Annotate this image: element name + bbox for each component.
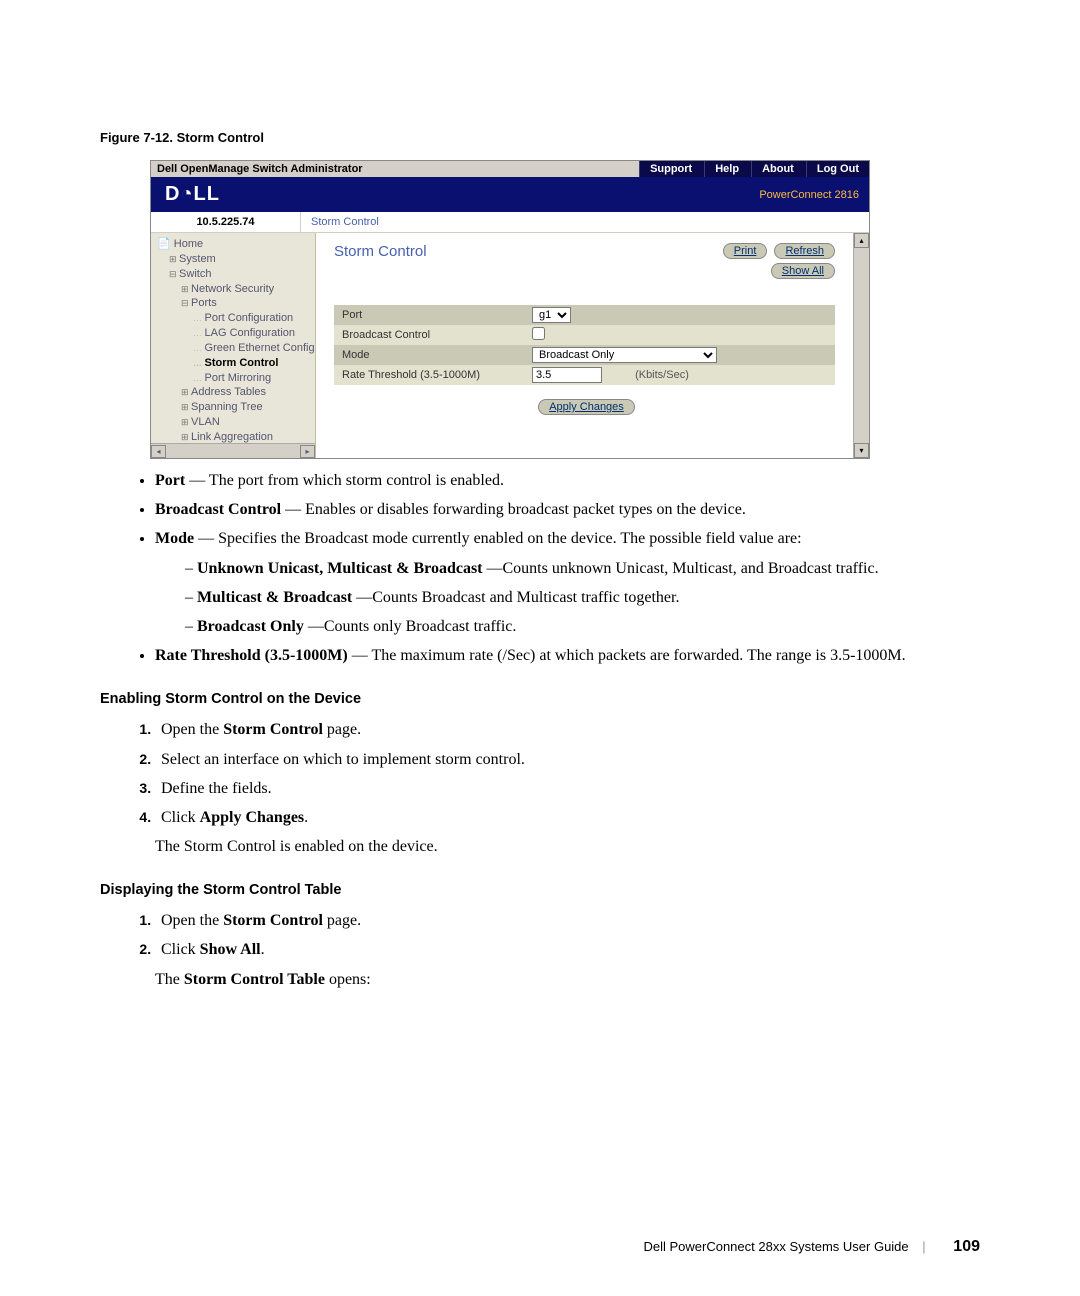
dash-multicast: Multicast & Broadcast —Counts Broadcast …: [185, 586, 980, 609]
apply-changes-button[interactable]: Apply Changes: [538, 399, 635, 415]
step2-2: Click Show All.: [155, 938, 980, 961]
step2-result: The Storm Control Table opens:: [155, 968, 980, 991]
figure-caption: Figure 7-12. Storm Control: [100, 130, 980, 145]
nav-about[interactable]: About: [751, 161, 804, 177]
broadcast-control-label: Broadcast Control: [334, 326, 524, 344]
tree-system[interactable]: System: [155, 252, 315, 267]
form-row-rate: Rate Threshold (3.5-1000M) (Kbits/Sec): [334, 365, 835, 385]
tree-network-security[interactable]: Network Security: [155, 282, 315, 297]
sub-header: 10.5.225.74 Storm Control: [151, 212, 869, 233]
rate-threshold-label: Rate Threshold (3.5-1000M): [334, 366, 524, 384]
scroll-down-icon[interactable]: ▾: [854, 443, 869, 458]
tree-switch[interactable]: Switch: [155, 267, 315, 282]
admin-ui-screenshot: Dell OpenManage Switch Administrator Sup…: [150, 160, 870, 459]
step2-1: Open the Storm Control page.: [155, 909, 980, 932]
form-row-broadcast: Broadcast Control: [334, 325, 835, 345]
device-ip: 10.5.225.74: [151, 212, 301, 232]
footer-page-number: 109: [953, 1238, 980, 1255]
nav-logout[interactable]: Log Out: [806, 161, 869, 177]
tree-port-config[interactable]: Port Configuration: [155, 311, 315, 326]
window-title: Dell OpenManage Switch Administrator: [151, 161, 639, 177]
device-model: PowerConnect 2816: [759, 189, 869, 201]
breadcrumb: Storm Control: [301, 212, 389, 232]
port-label: Port: [334, 306, 524, 324]
tree-port-mirroring[interactable]: Port Mirroring: [155, 371, 315, 386]
topbar: Dell OpenManage Switch Administrator Sup…: [151, 161, 869, 212]
scroll-left-icon[interactable]: ◂: [151, 445, 166, 458]
mode-label: Mode: [334, 346, 524, 364]
main-panel: Storm Control Print Refresh Show All Por…: [316, 233, 853, 458]
rate-units: (Kbits/Sec): [635, 369, 689, 381]
scroll-up-icon[interactable]: ▴: [854, 233, 869, 248]
rate-threshold-input[interactable]: [532, 367, 602, 383]
top-nav: Support Help About Log Out: [639, 161, 869, 177]
tree-green-ethernet[interactable]: Green Ethernet Configurati: [155, 341, 315, 356]
dash-unknown: Unknown Unicast, Multicast & Broadcast —…: [185, 557, 980, 580]
tree-lag-config[interactable]: LAG Configuration: [155, 326, 315, 341]
refresh-button[interactable]: Refresh: [774, 243, 835, 259]
bullet-rate: Rate Threshold (3.5-1000M) — The maximum…: [155, 644, 980, 667]
tree-vlan[interactable]: VLAN: [155, 415, 315, 430]
step1-3: Define the fields.: [155, 777, 980, 800]
step1-4: Click Apply Changes.: [155, 806, 980, 829]
footer-guide: Dell PowerConnect 28xx Systems User Guid…: [643, 1239, 908, 1254]
tree-storm-control[interactable]: Storm Control: [155, 356, 315, 371]
nav-support[interactable]: Support: [639, 161, 702, 177]
content-body: 📄 Home System Switch Network Security Po…: [151, 233, 869, 458]
tree-home[interactable]: 📄 Home: [155, 237, 315, 252]
main-scrollbar[interactable]: ▴ ▾: [853, 233, 869, 458]
print-button[interactable]: Print: [723, 243, 768, 259]
section-displaying: Displaying the Storm Control Table: [100, 880, 980, 901]
step1-result: The Storm Control is enabled on the devi…: [155, 835, 980, 858]
dell-logo: D◔LL: [151, 177, 234, 212]
port-select[interactable]: g1: [532, 307, 571, 323]
broadcast-control-checkbox[interactable]: [532, 327, 545, 340]
section-enabling: Enabling Storm Control on the Device: [100, 689, 980, 710]
tree-ports[interactable]: Ports: [155, 296, 315, 311]
tree-spanning-tree[interactable]: Spanning Tree: [155, 400, 315, 415]
step1-1: Open the Storm Control page.: [155, 718, 980, 741]
scroll-right-icon[interactable]: ▸: [300, 445, 315, 458]
bullet-broadcast: Broadcast Control — Enables or disables …: [155, 498, 980, 521]
tree-address-tables[interactable]: Address Tables: [155, 385, 315, 400]
bullet-port: Port — The port from which storm control…: [155, 469, 980, 492]
step1-2: Select an interface on which to implemen…: [155, 748, 980, 771]
bullet-mode: Mode — Specifies the Broadcast mode curr…: [155, 527, 980, 638]
dash-broadcast-only: Broadcast Only —Counts only Broadcast tr…: [185, 615, 980, 638]
doc-body: Port — The port from which storm control…: [100, 469, 980, 991]
mode-select[interactable]: Broadcast Only: [532, 347, 717, 363]
storm-control-form: Port g1 Broadcast Control: [334, 305, 835, 385]
form-row-port: Port g1: [334, 305, 835, 325]
nav-tree[interactable]: 📄 Home System Switch Network Security Po…: [151, 233, 316, 458]
footer-separator: |: [922, 1239, 925, 1254]
tree-scrollbar[interactable]: ◂ ▸: [151, 443, 315, 458]
action-buttons: Print Refresh Show All: [719, 243, 835, 279]
form-row-mode: Mode Broadcast Only: [334, 345, 835, 365]
nav-help[interactable]: Help: [704, 161, 749, 177]
show-all-button[interactable]: Show All: [771, 263, 835, 279]
page-footer: Dell PowerConnect 28xx Systems User Guid…: [643, 1238, 980, 1256]
